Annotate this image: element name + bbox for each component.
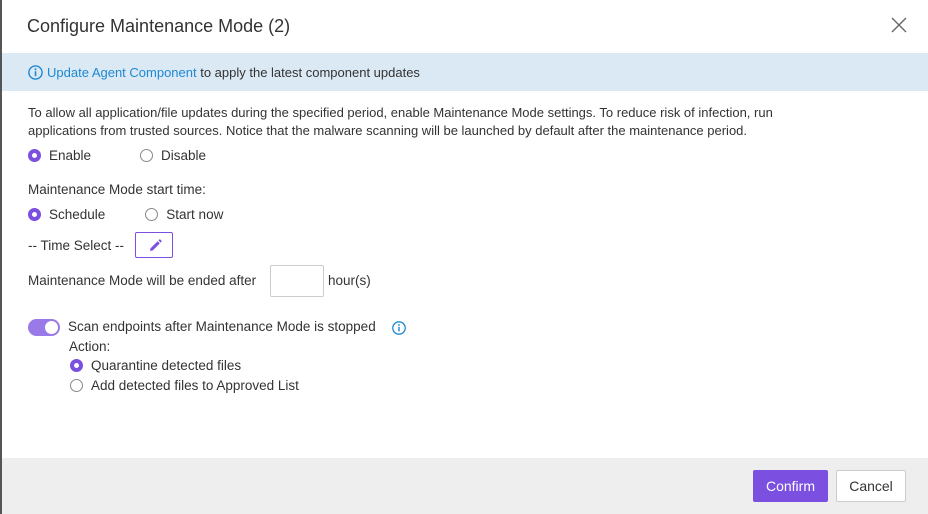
- action-label: Action:: [69, 339, 111, 354]
- update-agent-component-link[interactable]: Update Agent Component: [47, 65, 197, 80]
- start-time-radio-group: Schedule Start now: [28, 207, 223, 222]
- approved-list-radio[interactable]: [70, 379, 83, 392]
- quarantine-radio[interactable]: [70, 359, 83, 372]
- description-line-1: To allow all application/file updates du…: [28, 105, 773, 120]
- quarantine-label: Quarantine detected files: [91, 358, 242, 373]
- enable-option[interactable]: Enable: [28, 148, 91, 163]
- close-icon[interactable]: [889, 15, 909, 35]
- info-icon: [28, 65, 43, 80]
- scan-toggle[interactable]: [28, 319, 60, 336]
- start-now-option[interactable]: Start now: [145, 207, 223, 222]
- banner-message: to apply the latest component updates: [196, 65, 420, 80]
- enable-radio[interactable]: [28, 149, 41, 162]
- confirm-button[interactable]: Confirm: [753, 470, 828, 502]
- toggle-knob: [45, 321, 58, 334]
- approved-list-label: Add detected files to Approved List: [91, 378, 299, 393]
- start-now-label: Start now: [166, 207, 224, 222]
- schedule-label: Schedule: [49, 207, 106, 222]
- edit-time-button[interactable]: [135, 232, 173, 258]
- disable-option[interactable]: Disable: [140, 148, 206, 163]
- approved-list-option[interactable]: Add detected files to Approved List: [70, 378, 299, 393]
- info-banner: Update Agent Component to apply the late…: [2, 53, 928, 91]
- description-line-2: applications from trusted sources. Notic…: [28, 123, 748, 138]
- time-select-label: -- Time Select --: [28, 238, 125, 253]
- description: To allow all application/file updates du…: [28, 104, 908, 140]
- cancel-button[interactable]: Cancel: [836, 470, 906, 502]
- disable-label: Disable: [161, 148, 207, 163]
- schedule-radio[interactable]: [28, 208, 41, 221]
- quarantine-option[interactable]: Quarantine detected files: [70, 358, 241, 373]
- end-after-label: Maintenance Mode will be ended after: [28, 273, 257, 288]
- banner-text: Update Agent Component to apply the late…: [47, 65, 420, 80]
- dialog-title: Configure Maintenance Mode (2): [27, 16, 291, 36]
- maintenance-mode-dialog: Configure Maintenance Mode (2) Update Ag…: [0, 0, 928, 514]
- info-icon[interactable]: [392, 321, 406, 335]
- pencil-icon: [150, 239, 162, 251]
- start-now-radio[interactable]: [145, 208, 159, 221]
- disable-radio[interactable]: [140, 149, 154, 162]
- hours-unit-label: hour(s): [328, 273, 371, 288]
- schedule-option[interactable]: Schedule: [28, 207, 105, 222]
- scan-label: Scan endpoints after Maintenance Mode is…: [68, 319, 376, 334]
- mode-radio-group: Enable Disable: [28, 148, 206, 163]
- hours-input[interactable]: [270, 265, 324, 297]
- enable-label: Enable: [49, 148, 92, 163]
- dialog-header: Configure Maintenance Mode (2): [2, 0, 928, 53]
- start-time-label: Maintenance Mode start time:: [28, 182, 206, 197]
